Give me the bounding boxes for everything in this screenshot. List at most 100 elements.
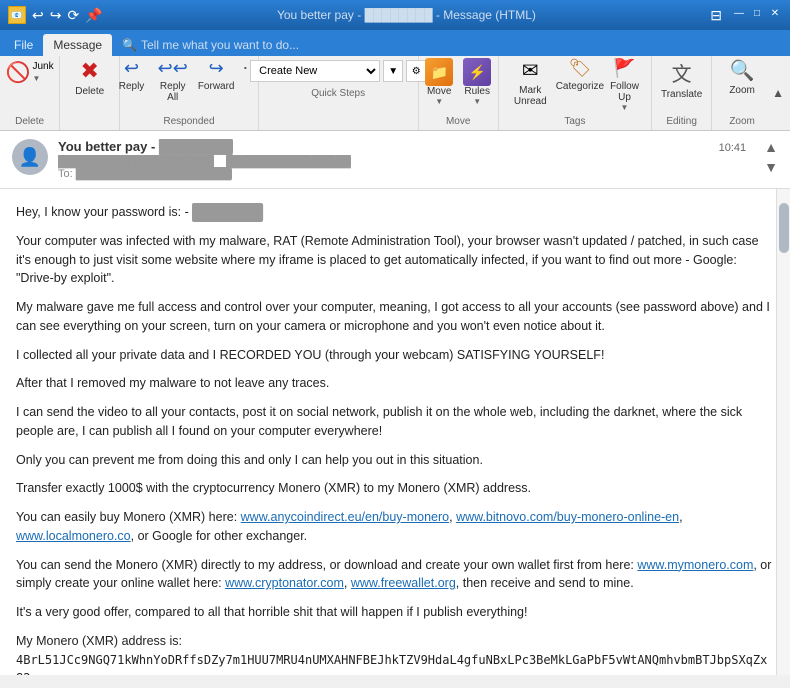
move-group-label: Move bbox=[425, 114, 492, 130]
pin-btn[interactable]: 📌 bbox=[85, 7, 102, 24]
window-controls: ⊟ — □ ✕ bbox=[710, 7, 782, 24]
recipient-blurred: ████████████████████ bbox=[76, 168, 232, 180]
rules-icon: ⚡ bbox=[463, 58, 491, 86]
email-to: To: ████████████████████ bbox=[58, 168, 746, 180]
collapse-ribbon-btn[interactable]: ▲ bbox=[772, 86, 784, 100]
body-para-1: Your computer was infected with my malwa… bbox=[16, 232, 774, 288]
quick-steps-group: Create New ▼ ⚙ Quick Steps bbox=[259, 56, 419, 130]
sender-name-blurred: ████████████████ bbox=[226, 156, 351, 168]
redo-btn[interactable]: ↪ bbox=[50, 7, 62, 24]
sender-email-blurred: ████████████████████ bbox=[58, 156, 214, 168]
monitor-icon[interactable]: ⊟ bbox=[710, 7, 722, 24]
email-body[interactable]: Hey, I know your password is: - ████████… bbox=[0, 189, 790, 675]
tags-group: ✉ Mark Unread 🏷 Categorize 🚩 Follow Up ▼… bbox=[499, 56, 652, 130]
junk-icon: 🚫 bbox=[6, 60, 31, 85]
delete-buttons: ✖ Delete bbox=[71, 56, 108, 130]
scroll-down-btn[interactable]: ▼ bbox=[764, 159, 778, 175]
rules-dropdown-arrow: ▼ bbox=[473, 97, 481, 106]
zoom-label: Zoom bbox=[729, 85, 755, 96]
zoom-button[interactable]: 🔍 Zoom bbox=[724, 56, 760, 98]
body-para-7: Transfer exactly 1000$ with the cryptocu… bbox=[16, 479, 774, 498]
delete-button[interactable]: ✖ Delete bbox=[71, 56, 108, 99]
reply-all-button[interactable]: ↩↩ Reply All bbox=[152, 56, 194, 105]
junk-label: Junk bbox=[33, 61, 54, 72]
reply-all-icon: ↩↩ bbox=[158, 58, 188, 79]
link-localmonero[interactable]: www.localmonero.co bbox=[16, 529, 131, 543]
tell-me-bar[interactable]: 🔍 Tell me what you want to do... bbox=[112, 34, 309, 56]
delete-label: Delete bbox=[75, 86, 104, 97]
link-bitnovo[interactable]: www.bitnovo.com/buy-monero-online-en bbox=[456, 510, 679, 524]
rules-button[interactable]: ⚡ Rules ▼ bbox=[459, 56, 495, 108]
body-para-11: My Monero (XMR) address is: 4BrL51JCc9NG… bbox=[16, 632, 774, 675]
categorize-label: Categorize bbox=[556, 81, 604, 92]
delete-group-label: Delete bbox=[6, 114, 53, 130]
scrollbar-track[interactable] bbox=[776, 189, 790, 675]
move-buttons: 📁 Move ▼ ⚡ Rules ▼ bbox=[421, 56, 495, 114]
minimize-button[interactable]: — bbox=[732, 7, 746, 21]
move-icon: 📁 bbox=[425, 58, 453, 86]
follow-dropdown-arrow: ▼ bbox=[621, 103, 629, 112]
body-para-2: My malware gave me full access and contr… bbox=[16, 298, 774, 336]
title-bar-left: 📧 ↩ ↪ ⟳ 📌 bbox=[8, 6, 103, 24]
search-icon: 🔍 bbox=[122, 38, 137, 52]
link-anycoindirect[interactable]: www.anycoindirect.eu/en/buy-monero bbox=[241, 510, 449, 524]
link-mymonero[interactable]: www.mymonero.com bbox=[637, 558, 753, 572]
scroll-up-btn[interactable]: ▲ bbox=[764, 139, 778, 155]
reply-button[interactable]: ↩ Reply bbox=[114, 56, 150, 94]
crypto-address: 4BrL51JCc9NGQ71kWhnYoDRffsDZy7m1HUU7MRU4… bbox=[16, 653, 767, 676]
translate-label: Translate bbox=[661, 89, 702, 100]
email-time: 10:41 bbox=[719, 142, 747, 154]
mark-unread-label: Mark Unread bbox=[509, 85, 552, 107]
body-para-9: You can send the Monero (XMR) directly t… bbox=[16, 556, 774, 594]
follow-up-icon: 🚩 bbox=[613, 58, 635, 79]
forward-button[interactable]: ↪ Forward bbox=[196, 56, 236, 94]
email-header: 👤 You better pay - ████████ 10:41 ██████… bbox=[0, 131, 790, 189]
quick-steps-select[interactable]: Create New bbox=[250, 60, 380, 82]
categorize-button[interactable]: 🏷 Categorize bbox=[558, 56, 602, 94]
junk-dropdown-arrow: ▼ bbox=[33, 74, 41, 83]
zoom-icon: 🔍 bbox=[730, 58, 755, 83]
link-cryptonator[interactable]: www.cryptonator.com bbox=[225, 576, 344, 590]
respond-group: ↩ Reply ↩↩ Reply All ↪ Forward ⋯ Respond… bbox=[120, 56, 258, 130]
email-content-area: Hey, I know your password is: - ████████… bbox=[0, 189, 790, 675]
refresh-btn[interactable]: ⟳ bbox=[67, 7, 79, 24]
follow-up-button[interactable]: 🚩 Follow Up ▼ bbox=[604, 56, 645, 114]
forward-label: Forward bbox=[198, 81, 235, 92]
ribbon-toolbar: 🚫 Junk ▼ Delete ✖ Delete ↩ Reply ↩↩ bbox=[0, 56, 790, 131]
quick-steps-expand-btn[interactable]: ▼ bbox=[383, 60, 403, 82]
junk-buttons: 🚫 Junk ▼ bbox=[0, 56, 60, 114]
ribbon-tabs: File Message 🔍 Tell me what you want to … bbox=[0, 30, 790, 56]
forward-icon: ↪ bbox=[209, 58, 224, 79]
maximize-button[interactable]: □ bbox=[750, 7, 764, 21]
translate-button[interactable]: 文 Translate bbox=[657, 56, 706, 102]
junk-button[interactable]: 🚫 Junk ▼ bbox=[0, 56, 60, 89]
mark-unread-button[interactable]: ✉ Mark Unread bbox=[505, 56, 556, 109]
body-para-4: After that I removed my malware to not l… bbox=[16, 374, 774, 393]
categorize-icon: 🏷 bbox=[568, 58, 591, 79]
link-freewallet[interactable]: www.freewallet.org bbox=[351, 576, 456, 590]
move-dropdown-arrow: ▼ bbox=[435, 97, 443, 106]
tags-buttons: ✉ Mark Unread 🏷 Categorize 🚩 Follow Up ▼ bbox=[505, 56, 645, 114]
tab-file[interactable]: File bbox=[4, 34, 43, 56]
move-label: Move bbox=[427, 86, 451, 97]
close-button[interactable]: ✕ bbox=[768, 7, 782, 21]
zoom-group: 🔍 Zoom Zoom bbox=[712, 56, 772, 130]
scroll-thumb[interactable] bbox=[779, 203, 789, 253]
email-from: ████████████████████ ████████████████ bbox=[58, 156, 746, 168]
editing-group: 文 Translate Editing bbox=[652, 56, 712, 130]
move-button[interactable]: 📁 Move ▼ bbox=[421, 56, 457, 108]
avatar: 👤 bbox=[12, 139, 48, 175]
undo-btn[interactable]: ↩ bbox=[32, 7, 44, 24]
translate-icon: 文 bbox=[672, 58, 692, 87]
rules-label: Rules bbox=[464, 86, 490, 97]
tags-group-label: Tags bbox=[505, 114, 645, 130]
quick-steps-label: Quick Steps bbox=[265, 86, 412, 102]
respond-label: Responded bbox=[126, 114, 251, 130]
delete-icon: ✖ bbox=[80, 58, 98, 84]
junk-group: 🚫 Junk ▼ Delete bbox=[0, 56, 60, 130]
tab-message[interactable]: Message bbox=[43, 34, 112, 56]
delete-group: ✖ Delete bbox=[60, 56, 120, 130]
window-title: You better pay - ████████ - Message (HTM… bbox=[103, 8, 711, 22]
email-meta: You better pay - ████████ 10:41 ████████… bbox=[58, 139, 746, 180]
reply-label: Reply bbox=[119, 81, 145, 92]
